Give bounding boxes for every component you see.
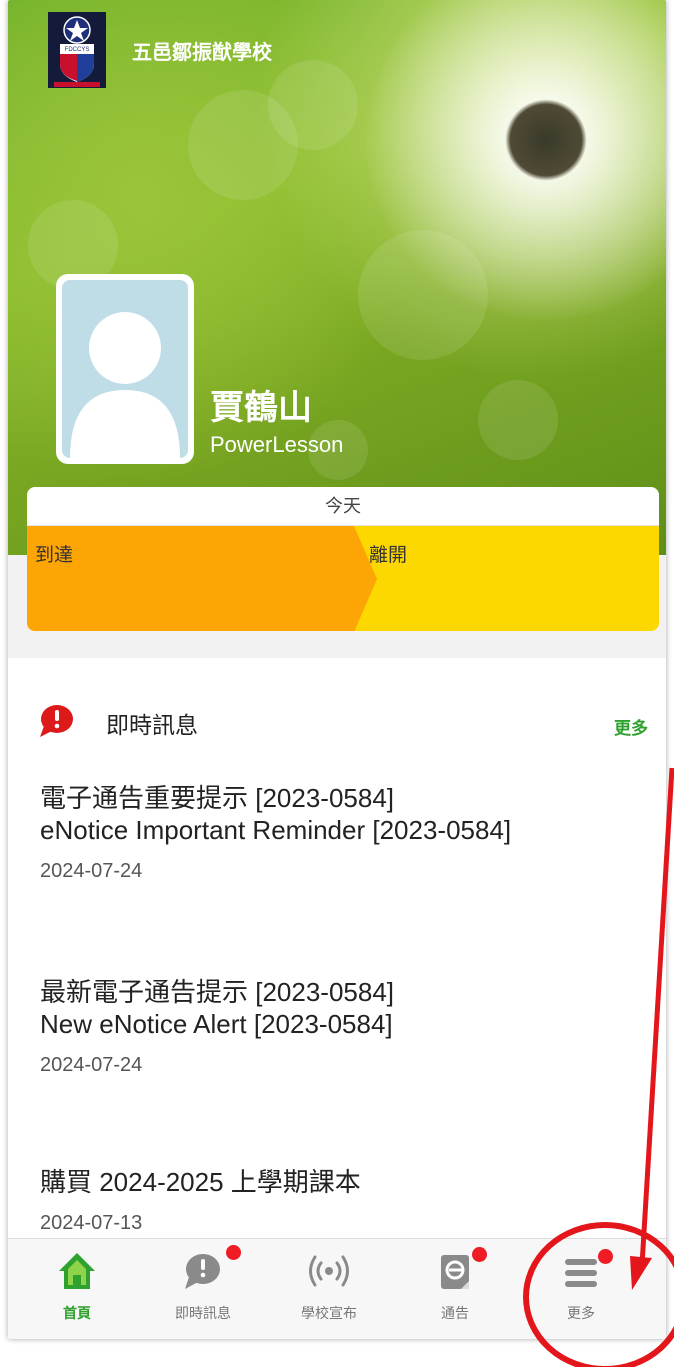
home-icon — [59, 1253, 95, 1289]
item-title-en: eNotice Important Reminder [2023-0584] — [40, 815, 512, 845]
tab-label: 即時訊息 — [175, 1305, 231, 1321]
notice-icon — [441, 1255, 469, 1289]
alert-bubble-icon — [40, 705, 73, 737]
menu-icon — [565, 1259, 597, 1287]
user-name: 賈鶴山 — [210, 389, 312, 427]
hero-banner: FDCCYS 五邑鄒振猷學校 賈鶴山 PowerLesson — [8, 0, 666, 555]
school-logo: FDCCYS — [48, 12, 106, 88]
avatar[interactable] — [56, 274, 194, 464]
item-title-en: New eNotice Alert [2023-0584] — [40, 1009, 393, 1039]
svg-text:FDCCYS: FDCCYS — [65, 47, 90, 53]
tab-more[interactable]: 更多 — [526, 1239, 636, 1339]
attendance-card[interactable]: 今天 到達 離開 — [27, 487, 659, 631]
list-item[interactable]: 購買 2024-2025 上學期課本 2024-07-13 — [40, 1166, 650, 1235]
section-title: 即時訊息 — [106, 712, 198, 738]
notification-badge — [598, 1249, 613, 1264]
tab-label: 通告 — [441, 1305, 469, 1321]
tab-instant-messages[interactable]: 即時訊息 — [148, 1239, 258, 1339]
bottom-tab-bar: 首頁 即時訊息 學校宣布 通告 更多 — [8, 1238, 666, 1339]
tab-notices[interactable]: 通告 — [400, 1239, 510, 1339]
instant-messages-section: 即時訊息 更多 電子通告重要提示 [2023-0584] eNotice Imp… — [8, 658, 666, 1238]
tab-label: 更多 — [567, 1305, 595, 1321]
list-item[interactable]: 最新電子通告提示 [2023-0584] New eNotice Alert [… — [40, 976, 650, 1077]
arrive-bar — [27, 526, 377, 631]
tab-school-announcements[interactable]: 學校宣布 — [274, 1239, 384, 1339]
item-date: 2024-07-24 — [40, 860, 143, 882]
leave-label: 離開 — [369, 545, 408, 566]
tab-label: 首頁 — [63, 1305, 91, 1321]
app-screen: FDCCYS 五邑鄒振猷學校 賈鶴山 PowerLesson 今天 到達 離開 — [8, 0, 666, 1339]
notification-badge — [472, 1247, 487, 1262]
attendance-day-label: 今天 — [27, 487, 659, 526]
item-title-zh: 電子通告重要提示 [2023-0584] — [40, 783, 395, 813]
user-subtitle: PowerLesson — [210, 432, 344, 457]
chat-alert-icon — [185, 1254, 220, 1289]
tab-home[interactable]: 首頁 — [22, 1239, 132, 1339]
notification-badge — [226, 1245, 241, 1260]
item-date: 2024-07-24 — [40, 1054, 143, 1076]
school-name: 五邑鄒振猷學校 — [132, 42, 272, 64]
broadcast-icon — [309, 1255, 349, 1287]
tab-label: 學校宣布 — [301, 1305, 357, 1321]
item-date: 2024-07-13 — [40, 1212, 143, 1234]
default-avatar-icon — [70, 312, 180, 458]
more-link[interactable]: 更多 — [614, 714, 648, 739]
arrive-label: 到達 — [35, 545, 74, 566]
item-title-zh: 購買 2024-2025 上學期課本 — [40, 1167, 361, 1197]
item-title-zh: 最新電子通告提示 [2023-0584] — [40, 977, 395, 1007]
list-item[interactable]: 電子通告重要提示 [2023-0584] eNotice Important R… — [40, 782, 650, 883]
